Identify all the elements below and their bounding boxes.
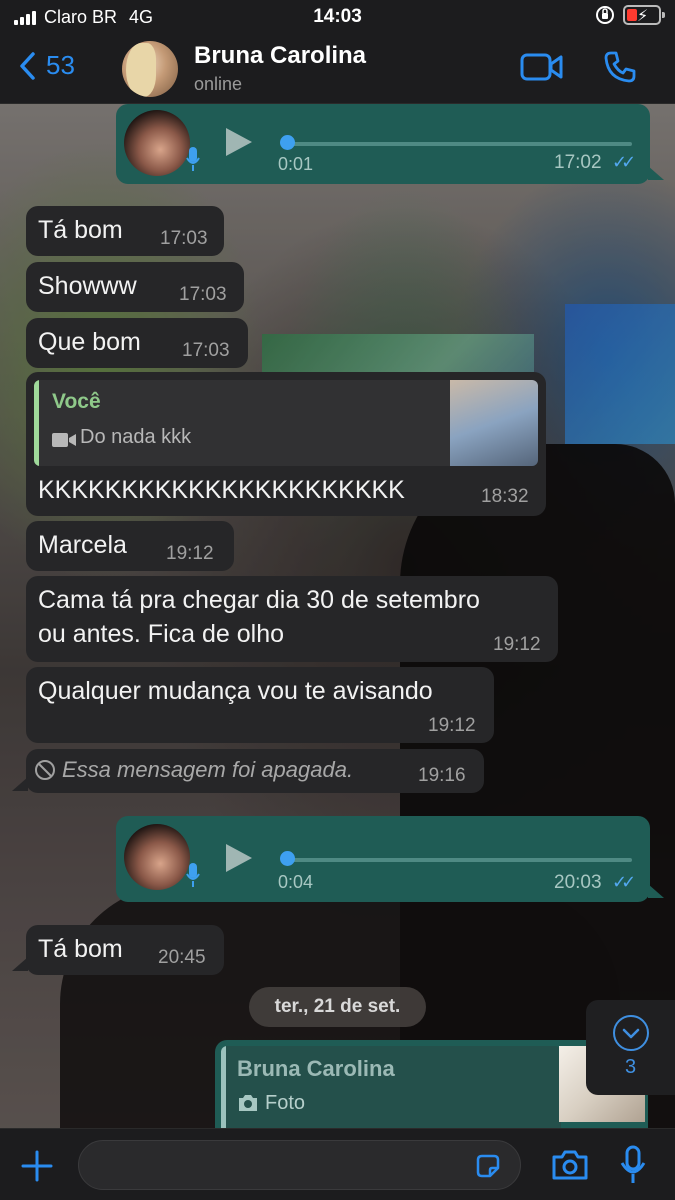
battery-icon: ⚡ (623, 5, 665, 25)
back-count: 53 (46, 50, 75, 80)
unread-count: 3 (624, 1056, 637, 1078)
message-bubble[interactable]: Cama tá pra chegar dia 30 de setembro ou… (26, 576, 558, 662)
contact-status: online (194, 74, 243, 94)
read-ticks-icon: ✓✓ (612, 152, 636, 172)
message-bubble[interactable]: Tá bom 17:03 (26, 206, 224, 256)
message-text-line2: ou antes. Fica de olho (38, 620, 284, 648)
message-bubble[interactable]: Marcela 19:12 (26, 521, 234, 571)
message-text: Qualquer mudança vou te avisando (38, 677, 433, 705)
sticker-icon[interactable] (474, 1152, 502, 1180)
message-time: 17:02 (554, 152, 602, 173)
deleted-text: Essa mensagem foi apagada. (62, 757, 354, 782)
reply-message[interactable]: Bruna Carolina Foto (215, 1040, 648, 1128)
message-time: 20:45 (158, 947, 206, 968)
deleted-message[interactable]: Essa mensagem foi apagada. 19:16 (26, 749, 484, 793)
message-text-line1: Cama tá pra chegar dia 30 de setembro (38, 586, 480, 614)
scroll-down-button[interactable]: 3 (586, 1000, 675, 1095)
voice-avatar (124, 824, 190, 890)
quoted-message[interactable]: Bruna Carolina Foto (221, 1046, 561, 1128)
voice-progress-knob[interactable] (280, 135, 295, 150)
mic-icon[interactable] (620, 1145, 646, 1185)
quoted-message[interactable]: Você Do nada kkk (34, 380, 538, 466)
voice-progress-knob[interactable] (280, 851, 295, 866)
message-bubble[interactable]: Showww 17:03 (26, 262, 244, 312)
message-time: 17:03 (179, 284, 227, 305)
mic-icon (186, 147, 200, 171)
ban-icon (35, 760, 55, 780)
quoted-author: Você (52, 390, 101, 413)
message-text: KKKKKKKKKKKKKKKKKKKKKK (38, 476, 405, 504)
orientation-lock-icon (596, 6, 614, 24)
video-call-icon[interactable] (520, 52, 564, 82)
message-time: 19:12 (493, 634, 541, 655)
message-bubble[interactable]: Que bom 17:03 (26, 318, 248, 368)
read-ticks-icon: ✓✓ (612, 872, 636, 892)
chat-header: 53 Bruna Carolina online (0, 34, 675, 104)
message-text: Showww (38, 272, 137, 300)
message-time: 18:32 (481, 486, 529, 507)
voice-progress-track[interactable] (282, 142, 632, 146)
message-text: Marcela (38, 531, 127, 559)
chevron-down-icon (622, 1028, 640, 1039)
status-bar: Claro BR 4G 14:03 ⚡ (0, 0, 675, 34)
phone-icon[interactable] (603, 50, 637, 84)
mic-icon (186, 863, 200, 887)
clock: 14:03 (313, 6, 362, 27)
reply-message[interactable]: Você Do nada kkk KKKKKKKKKKKKKKKKKKKKKK … (26, 372, 546, 516)
voice-duration: 0:01 (278, 154, 314, 174)
back-chevron-icon (20, 51, 35, 80)
date-separator: ter., 21 de set. (249, 987, 426, 1027)
message-time: 17:03 (160, 228, 208, 249)
message-text: Tá bom (38, 935, 123, 963)
input-bar (0, 1128, 675, 1200)
message-time: 17:03 (182, 340, 230, 361)
avatar[interactable] (122, 41, 178, 97)
message-time: 19:16 (418, 765, 466, 786)
message-text: Tá bom (38, 216, 123, 244)
voice-message[interactable]: 0:04 20:03 ✓✓ (116, 816, 650, 902)
play-icon[interactable] (226, 844, 252, 872)
voice-avatar (124, 110, 190, 176)
message-text: Que bom (38, 328, 141, 356)
quoted-author: Bruna Carolina (237, 1056, 395, 1081)
message-bubble[interactable]: Tá bom 20:45 (26, 925, 224, 975)
voice-duration: 0:04 (278, 872, 314, 892)
message-time: 19:12 (428, 715, 476, 736)
quoted-thumbnail (450, 380, 538, 466)
video-camera-icon (52, 433, 76, 447)
contact-name[interactable]: Bruna Carolina (194, 42, 366, 70)
message-input[interactable] (78, 1140, 521, 1190)
voice-message[interactable]: 0:01 17:02 ✓✓ (116, 104, 650, 184)
back-button[interactable]: 53 (18, 50, 75, 81)
message-time: 20:03 (554, 872, 602, 893)
message-time: 19:12 (166, 543, 214, 564)
quoted-text: Do nada kkk (80, 426, 192, 448)
message-bubble[interactable]: Qualquer mudança vou te avisando 19:12 (26, 667, 494, 743)
quoted-text: Foto (265, 1092, 306, 1114)
play-icon[interactable] (226, 128, 252, 156)
voice-progress-track[interactable] (282, 858, 632, 862)
camera-icon[interactable] (551, 1149, 589, 1181)
camera-icon (239, 1095, 257, 1111)
plus-icon[interactable] (20, 1149, 54, 1183)
